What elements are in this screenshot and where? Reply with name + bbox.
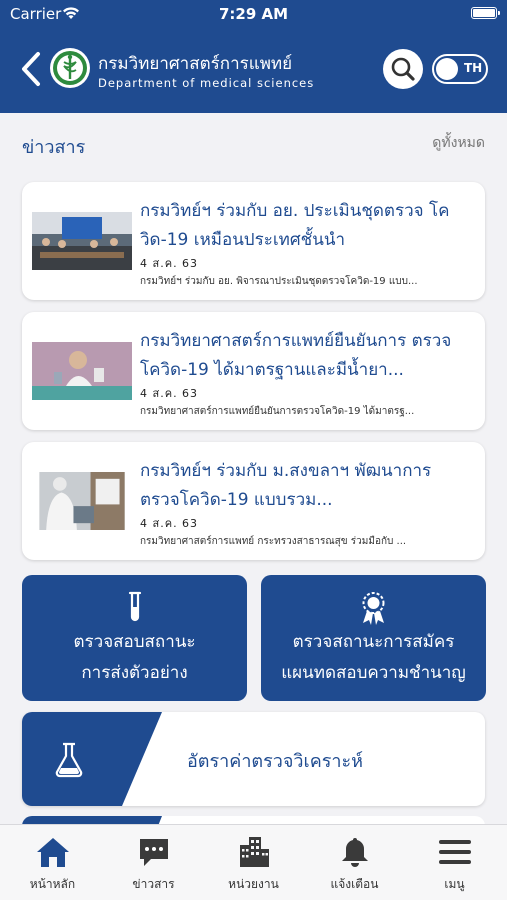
- news-section-title: ข่าวสาร: [22, 137, 86, 158]
- bell-icon: [342, 838, 368, 867]
- news-date: 4 ส.ค. 63: [140, 387, 199, 400]
- tab-label: ข่าวสาร: [132, 877, 175, 891]
- language-toggle[interactable]: TH: [432, 54, 488, 84]
- tab-news[interactable]: ข่าวสาร: [103, 835, 204, 895]
- logo-emblem-icon: [53, 51, 87, 85]
- sample-status-tile[interactable]: ตรวจสอบสถานะ การส่งตัวอย่าง: [22, 575, 247, 701]
- news-thumbnail: [39, 472, 125, 530]
- battery-icon: [471, 7, 500, 19]
- building-icon: [240, 837, 269, 867]
- home-icon: [37, 838, 69, 867]
- menu-icon: [439, 840, 471, 864]
- back-button[interactable]: [16, 50, 44, 88]
- award-icon: [362, 592, 385, 625]
- status-time: 7:29 AM: [218, 5, 289, 23]
- news-thumbnail: [32, 212, 132, 270]
- news-summary: กรมวิทยาศาสตร์การแพทย์ยืนยันการตรวจโควิด…: [140, 406, 415, 417]
- tile-line-1: ตรวจสอบสถานะ: [73, 632, 196, 652]
- tab-label: แจ้งเตือน: [330, 877, 379, 891]
- dmsc-logo: [50, 48, 90, 88]
- news-title: กรมวิทย์ฯ ร่วมกับ อย. ประเมินชุดตรวจ โคว…: [140, 201, 450, 250]
- header-title-en: Department of medical sciences: [98, 76, 315, 90]
- search-icon: [391, 57, 415, 81]
- news-card[interactable]: กรมวิทย์ฯ ร่วมกับ อย. ประเมินชุดตรวจ โคว…: [22, 182, 485, 300]
- tab-notifications[interactable]: แจ้งเตือน: [304, 835, 405, 895]
- see-all-link[interactable]: ดูทั้งหมด: [432, 132, 485, 154]
- test-tube-icon: [128, 591, 142, 622]
- proficiency-status-tile[interactable]: ตรวจสถานะการสมัคร แผนทดสอบความชำนาญ: [261, 575, 486, 701]
- news-date: 4 ส.ค. 63: [140, 517, 199, 530]
- news-title: กรมวิทย์ฯ ร่วมกับ ม.สงขลาฯ พัฒนาการตรวจโ…: [140, 461, 432, 510]
- tile-line-1: ตรวจสถานะการสมัคร: [292, 632, 455, 652]
- tab-bar: หน้าหลัก ข่าวสาร หน่วยงาน แจ้งเตือน เมนู: [0, 824, 507, 900]
- tab-label: หน้าหลัก: [29, 877, 76, 891]
- language-label: TH: [464, 61, 483, 75]
- news-thumbnail: [32, 342, 132, 400]
- tile-line-2: แผนทดสอบความชำนาญ: [281, 663, 466, 683]
- header-title-th: กรมวิทยาศาสตร์การแพทย์: [98, 54, 293, 74]
- rate-tile-label: อัตราค่าตรวจวิเคราะห์: [187, 751, 364, 772]
- news-summary: กรมวิทย์ฯ ร่วมกับ อย. พิจารณาประเมินชุดต…: [140, 276, 418, 287]
- status-bar: Carrier 7:29 AM: [0, 0, 507, 28]
- search-button[interactable]: [383, 49, 423, 89]
- toggle-knob: [436, 58, 458, 80]
- news-summary: กรมวิทยาศาสตร์การแพทย์ กระทรวงสาธารณสุข …: [140, 536, 407, 547]
- tab-label: เมนู: [444, 877, 465, 891]
- news-card[interactable]: กรมวิทยาศาสตร์การแพทย์ยืนยันการ ตรวจโควิ…: [22, 312, 485, 430]
- news-card[interactable]: กรมวิทย์ฯ ร่วมกับ ม.สงขลาฯ พัฒนาการตรวจโ…: [22, 442, 485, 560]
- tab-departments[interactable]: หน่วยงาน: [203, 835, 304, 895]
- analysis-rates-tile[interactable]: อัตราค่าตรวจวิเคราะห์: [22, 712, 485, 806]
- tile-line-2: การส่งตัวอย่าง: [81, 663, 188, 683]
- tab-label: หน่วยงาน: [228, 877, 279, 891]
- news-title: กรมวิทยาศาสตร์การแพทย์ยืนยันการ ตรวจโควิ…: [140, 331, 452, 380]
- app-header: Carrier 7:29 AM กรมวิทยาศาสตร์การแพทย์ D…: [0, 0, 507, 113]
- chat-icon: [140, 839, 168, 866]
- tab-home[interactable]: หน้าหลัก: [2, 835, 103, 895]
- rate-tile-banner: [22, 712, 162, 806]
- news-date: 4 ส.ค. 63: [140, 257, 199, 270]
- tab-menu[interactable]: เมนู: [404, 835, 505, 895]
